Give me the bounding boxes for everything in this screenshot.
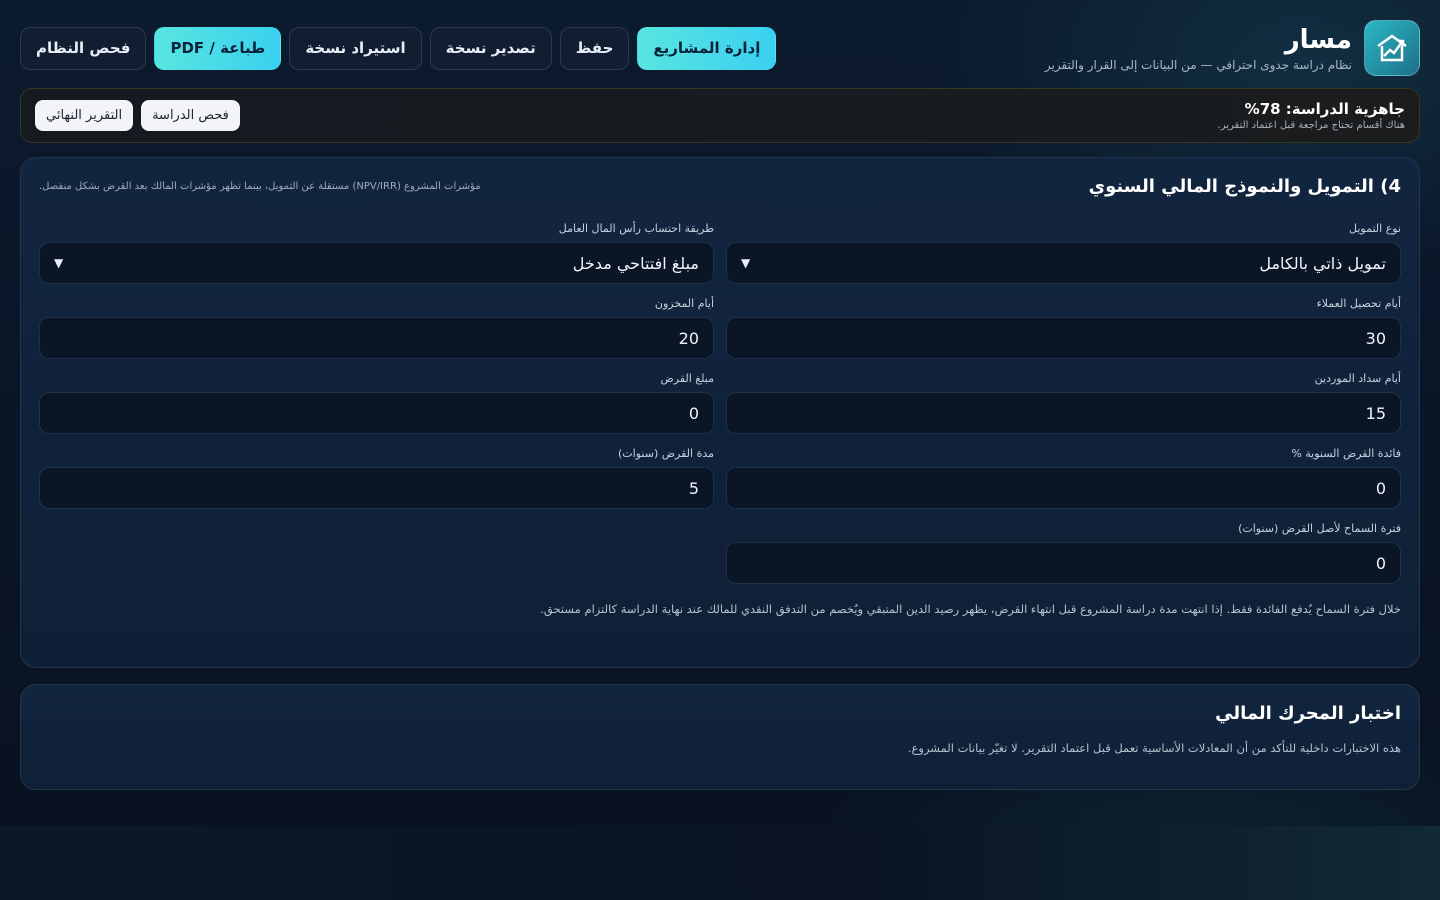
receivable-days-input[interactable]: 30 [726, 317, 1401, 359]
loan-term-input[interactable]: 5 [39, 467, 714, 509]
interest-label: فائدة القرض السنوية % [1291, 447, 1401, 460]
save-button[interactable]: حفظ [559, 26, 630, 70]
top-bar: مسار نظام دراسة جدوى احترافي — من البيان… [20, 20, 1420, 76]
field-payable-days: أيام سداد الموردين 15 [726, 372, 1401, 434]
chevron-down-icon: ▼ [54, 256, 64, 270]
financing-note: مؤشرات المشروع (NPV/IRR) مستقلة عن التمو… [39, 181, 481, 192]
readiness-title: جاهزية الدراسة: 78% [1244, 100, 1405, 118]
export-button[interactable]: تصدير نسخة [429, 26, 552, 70]
brand: مسار نظام دراسة جدوى احترافي — من البيان… [1045, 20, 1420, 76]
receivable-days-label: أيام تحصيل العملاء [1316, 297, 1401, 310]
financing-type-label: نوع التمويل [1349, 222, 1401, 235]
loan-amount-input[interactable]: 0 [39, 392, 714, 434]
loan-term-label: مدة القرض (سنوات) [618, 447, 714, 460]
field-inventory-days: أيام المخزون 20 [39, 297, 714, 359]
final-report-button[interactable]: التقرير النهائي [35, 100, 134, 131]
financing-form: نوع التمويل تمويل ذاتي بالكامل ▼ طريقة ا… [39, 222, 1401, 584]
payable-days-input[interactable]: 15 [726, 392, 1401, 434]
inventory-days-input[interactable]: 20 [39, 317, 714, 359]
app-title: مسار [1284, 25, 1352, 55]
loan-amount-label: مبلغ القرض [660, 372, 714, 385]
working-capital-value: مبلغ افتتاحي مدخل [572, 253, 699, 273]
readiness-banner: جاهزية الدراسة: 78% هناك أقسام تحتاج مرا… [20, 88, 1420, 143]
chevron-down-icon: ▼ [741, 256, 751, 270]
app-subtitle: نظام دراسة جدوى احترافي — من البيانات إل… [1044, 58, 1352, 72]
toolbar: إدارة المشاريع حفظ تصدير نسخة استيراد نس… [20, 26, 777, 70]
field-receivable-days: أيام تحصيل العملاء 30 [726, 297, 1401, 359]
field-interest: فائدة القرض السنوية % 0 [726, 447, 1401, 509]
interest-input[interactable]: 0 [726, 467, 1401, 509]
footer-band [0, 826, 1440, 900]
payable-days-label: أيام سداد الموردين [1314, 372, 1401, 385]
working-capital-label: طريقة احتساب رأس المال العامل [558, 222, 714, 235]
field-financing-type: نوع التمويل تمويل ذاتي بالكامل ▼ [726, 222, 1401, 284]
import-button[interactable]: استيراد نسخة [289, 26, 422, 70]
inventory-days-label: أيام المخزون [654, 297, 714, 310]
engine-test-card: اختبار المحرك المالي هذه الاختبارات داخل… [20, 684, 1420, 790]
field-working-capital: طريقة احتساب رأس المال العامل مبلغ افتتا… [39, 222, 714, 284]
engine-test-desc: هذه الاختبارات داخلية للتأكد من أن المعا… [907, 741, 1401, 755]
print-button[interactable]: طباعة / PDF [154, 26, 282, 70]
readiness-subtitle: هناك أقسام تحتاج مراجعة قبل اعتماد التقر… [1217, 120, 1405, 131]
field-loan-term: مدة القرض (سنوات) 5 [39, 447, 714, 509]
financing-footnote: خلال فترة السماح يُدفع الفائدة فقط. إذا … [540, 602, 1401, 616]
financing-type-select[interactable]: تمويل ذاتي بالكامل ▼ [726, 242, 1401, 284]
financing-card: 4) التمويل والنموذج المالي السنوي مؤشرات… [20, 157, 1420, 668]
field-loan-amount: مبلغ القرض 0 [39, 372, 714, 434]
grace-input[interactable]: 0 [726, 542, 1401, 584]
financing-title: 4) التمويل والنموذج المالي السنوي [1088, 176, 1401, 197]
working-capital-select[interactable]: مبلغ افتتاحي مدخل ▼ [39, 242, 714, 284]
system-check-button[interactable]: فحص النظام [20, 26, 147, 70]
check-study-button[interactable]: فحص الدراسة [141, 100, 240, 131]
financing-type-value: تمويل ذاتي بالكامل [1259, 253, 1386, 273]
engine-test-title: اختبار المحرك المالي [1215, 703, 1401, 724]
projects-button[interactable]: إدارة المشاريع [637, 26, 777, 70]
field-grace: فترة السماح لأصل القرض (سنوات) 0 [726, 522, 1401, 584]
chart-house-icon [1364, 20, 1420, 76]
grace-label: فترة السماح لأصل القرض (سنوات) [1238, 522, 1401, 535]
